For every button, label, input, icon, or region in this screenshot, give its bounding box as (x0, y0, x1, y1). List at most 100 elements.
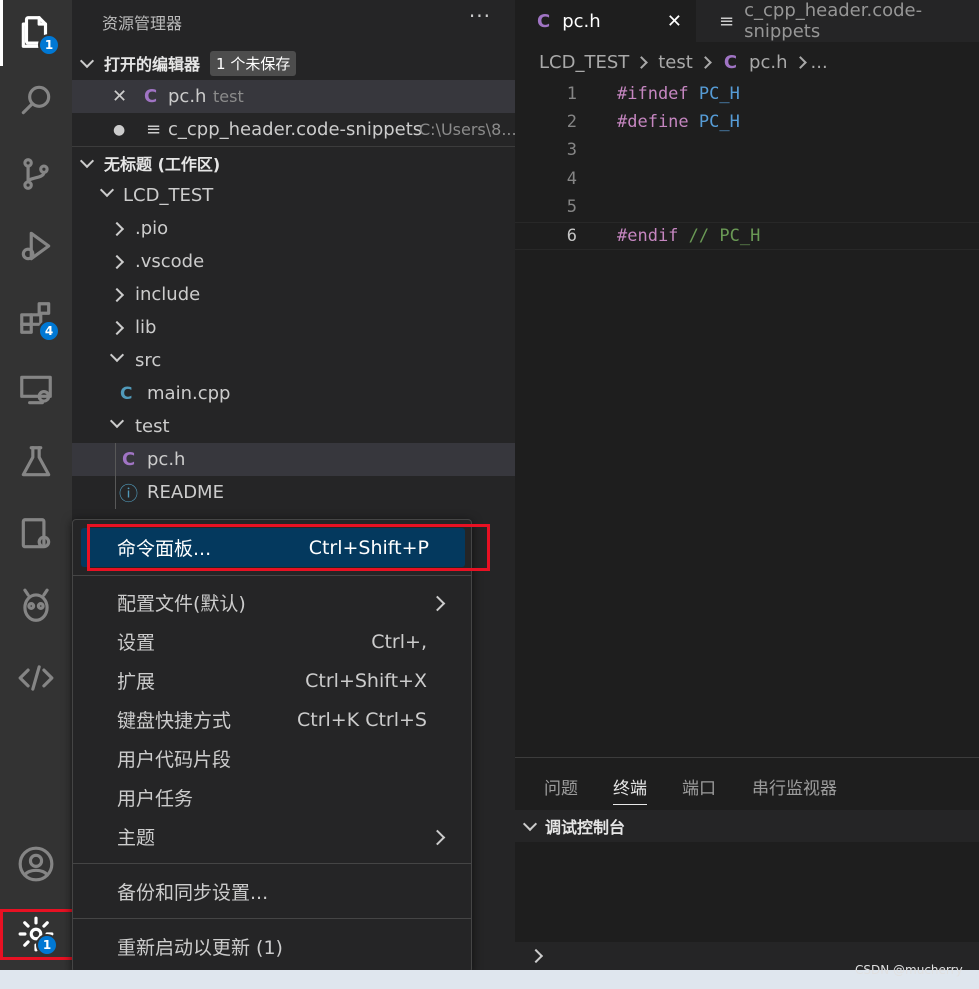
tab-snippets[interactable]: ≡ c_cpp_header.code-snippets (697, 0, 979, 42)
chevron-right-icon (109, 287, 125, 303)
menu-item-extensions[interactable]: 扩展 Ctrl+Shift+X (73, 661, 471, 700)
source-control-icon[interactable] (12, 150, 60, 198)
menu-separator (73, 918, 471, 919)
platformio-alien-icon[interactable] (12, 582, 60, 630)
line-number: 5 (566, 197, 577, 217)
submenu-arrow-icon (429, 595, 446, 612)
menu-item-backup-sync[interactable]: 备份和同步设置... (73, 872, 471, 911)
code-comment: // PC_H (678, 226, 761, 246)
breadcrumb-item[interactable]: pc.h (749, 52, 787, 73)
tree-label: lib (135, 317, 157, 338)
chevron-right-icon (528, 948, 544, 964)
tab-label: c_cpp_header.code-snippets (744, 0, 923, 42)
menu-item-user-tasks[interactable]: 用户任务 (73, 778, 471, 817)
code-macro: PC_H (688, 84, 740, 104)
menu-item-label: 扩展 (117, 671, 156, 693)
watermark: CSDN @mucherry (855, 963, 963, 977)
tab-pc-h[interactable]: C pc.h ✕ (515, 0, 696, 42)
chevron-down-icon (109, 413, 125, 429)
menu-item-profiles[interactable]: 配置文件(默认) (73, 583, 471, 622)
code-text: #ifndef PC_H (617, 84, 740, 104)
menu-item-themes[interactable]: 主题 (73, 817, 471, 856)
chevron-down-icon (99, 182, 115, 198)
chevron-right-icon (109, 320, 125, 336)
code-embed-icon[interactable] (12, 654, 60, 702)
chevron-right-icon (635, 55, 649, 69)
highlight-box-command-palette (87, 524, 490, 571)
explorer-icon[interactable]: 1 (12, 8, 60, 56)
menu-item-label: 用户任务 (117, 788, 194, 810)
line-number: 1 (566, 84, 577, 104)
menu-item-settings[interactable]: 设置 Ctrl+, (73, 622, 471, 661)
code-line: 5 (515, 193, 979, 221)
search-icon[interactable] (12, 76, 60, 124)
code-macro: PC_H (688, 112, 740, 132)
tree-folder[interactable]: include (72, 278, 515, 311)
menu-item-restart-update[interactable]: 重新启动以更新 (1) (73, 927, 471, 966)
menu-item-shortcut: Ctrl+K Ctrl+S (296, 708, 427, 731)
testing-flask-icon[interactable] (12, 438, 60, 486)
run-debug-icon[interactable] (12, 222, 60, 270)
chevron-right-icon (698, 55, 712, 69)
breadcrumb-item[interactable]: ... (811, 52, 828, 73)
account-icon[interactable] (12, 840, 60, 888)
menu-item-shortcut: Ctrl+Shift+X (305, 669, 427, 692)
tree-folder[interactable]: src (72, 344, 515, 377)
more-actions-icon[interactable]: ··· (469, 4, 491, 28)
code-keyword: #ifndef (617, 84, 689, 104)
c-file-icon: C (122, 449, 136, 470)
tree-folder[interactable]: lib (72, 311, 515, 344)
c-file-icon: C (144, 86, 158, 107)
cpp-file-icon: C (120, 383, 133, 404)
tree-label: .pio (135, 218, 169, 239)
workspace-header[interactable]: 无标题 (工作区) (72, 147, 515, 179)
tab-ports[interactable]: 端口 (682, 774, 716, 799)
menu-item-label: 重新启动以更新 (1) (117, 937, 283, 959)
c-file-icon: C (537, 10, 551, 32)
breadcrumb: LCD_TEST test C pc.h ... (515, 42, 979, 82)
editor-tab-bar: C pc.h ✕ ≡ c_cpp_header.code-snippets (515, 0, 979, 42)
platformio-device-icon[interactable] (12, 510, 60, 558)
menu-item-label: 键盘快捷方式 (117, 710, 232, 732)
breadcrumb-item[interactable]: test (658, 52, 693, 73)
chevron-right-icon (109, 221, 125, 237)
chevron-right-icon (109, 254, 125, 270)
tree-folder[interactable]: .pio (72, 212, 515, 245)
code-text: #define PC_H (617, 112, 740, 132)
breadcrumb-item[interactable]: LCD_TEST (539, 52, 629, 73)
info-icon: ⓘ (119, 483, 139, 505)
tab-terminal[interactable]: 终端 (613, 774, 647, 805)
tab-problems[interactable]: 问题 (544, 774, 578, 799)
tab-serial-monitor[interactable]: 串行监视器 (752, 774, 837, 799)
indent-guide (115, 443, 116, 509)
activity-bar: 1 4 1 (0, 0, 87, 970)
tree-file[interactable]: ⓘ README (72, 476, 515, 509)
code-text: #endif // PC_H (617, 226, 760, 246)
tree-folder[interactable]: test (72, 410, 515, 443)
menu-item-label: 备份和同步设置... (117, 882, 269, 904)
menu-item-label: 用户代码片段 (117, 749, 232, 771)
debug-console-header[interactable]: 调试控制台 (515, 810, 979, 842)
menu-item-keyboard-shortcuts[interactable]: 键盘快捷方式 Ctrl+K Ctrl+S (73, 700, 471, 739)
menu-item-label: 主题 (117, 827, 156, 849)
close-icon[interactable]: ✕ (667, 11, 682, 32)
extensions-icon[interactable]: 4 (12, 294, 60, 342)
open-editors-label: 打开的编辑器 (104, 55, 201, 74)
active-indicator (0, 0, 3, 66)
tree-folder[interactable]: .vscode (72, 245, 515, 278)
tree-label: test (135, 416, 170, 437)
tree-file[interactable]: C main.cpp (72, 377, 515, 410)
menu-item-user-snippets[interactable]: 用户代码片段 (73, 739, 471, 778)
tree-folder-root[interactable]: LCD_TEST (72, 179, 515, 212)
chevron-down-icon (522, 816, 538, 832)
tree-label: LCD_TEST (123, 185, 214, 206)
tree-file-selected[interactable]: C pc.h (72, 443, 515, 476)
open-editor-item[interactable]: ● ≡ c_cpp_header.code-snippets C:\Users\… (72, 113, 517, 146)
close-icon[interactable]: ✕ (112, 86, 127, 107)
open-editors-header[interactable]: 打开的编辑器 1 个未保存 (72, 47, 515, 79)
open-editor-desc: test (213, 87, 244, 106)
open-editor-desc: C:\Users\8... (419, 120, 517, 139)
open-editor-item[interactable]: ✕ C pc.h test (72, 80, 515, 113)
remote-explorer-icon[interactable] (12, 366, 60, 414)
unsaved-dot-icon: ● (113, 121, 126, 138)
